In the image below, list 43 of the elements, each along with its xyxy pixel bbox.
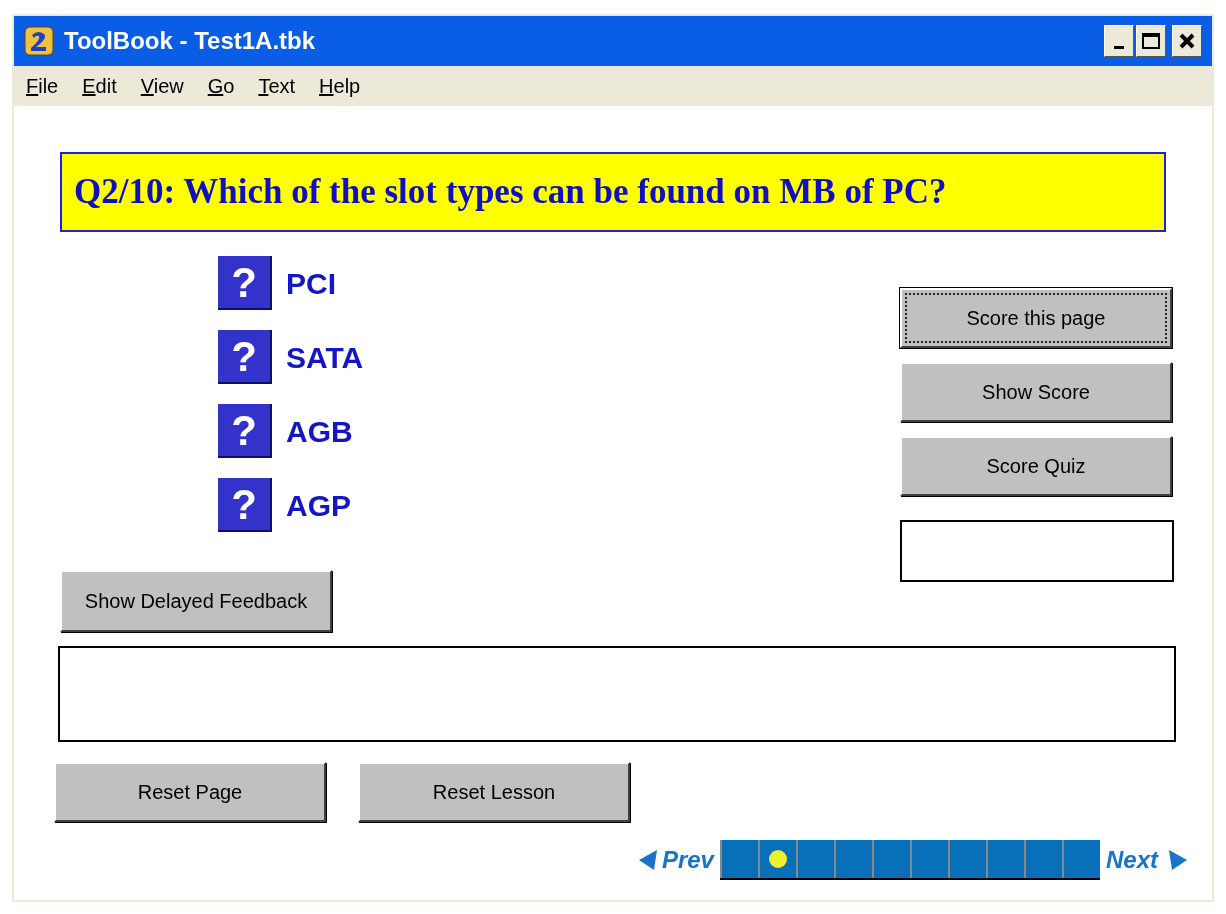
answer-toggle[interactable]: ? [218,256,272,310]
minimize-button[interactable] [1104,25,1134,57]
right-triangle-icon [1168,849,1188,871]
menu-item[interactable]: Go [207,71,235,101]
answer-label: SATA [286,339,364,376]
minimize-icon [1114,46,1124,49]
maximize-button[interactable] [1136,25,1166,57]
page-cell[interactable] [1061,840,1100,878]
menu-item[interactable]: File [26,71,59,101]
close-icon [1179,33,1195,49]
score-button[interactable]: Show Score [900,362,1172,422]
page-cell[interactable] [985,840,1024,878]
answer-toggle[interactable]: ? [218,478,272,532]
page-cell[interactable] [909,840,948,878]
answer-toggle[interactable]: ? [218,404,272,458]
score-button[interactable]: Score Quiz [900,436,1172,496]
answer-label: AGP [286,487,351,524]
reset-button[interactable]: Reset Page [54,762,326,822]
menu-item[interactable]: Help [319,71,361,101]
page-cell[interactable] [719,840,758,878]
page-cell[interactable] [833,840,872,878]
prev-button[interactable]: Prev [637,842,714,878]
menu-item[interactable]: Text [258,71,296,101]
page-cell[interactable] [871,840,910,878]
page-cell[interactable] [795,840,834,878]
reset-button[interactable]: Reset Lesson [358,762,630,822]
app-logo-icon [24,26,54,56]
answer-toggle[interactable]: ? [218,330,272,384]
answer-label: AGB [286,413,353,450]
answer-label: PCI [286,265,336,302]
close-button[interactable] [1172,25,1202,57]
next-button[interactable]: Next [1105,842,1188,878]
menu-item[interactable]: Edit [82,71,117,101]
menu-item[interactable]: View [140,71,184,101]
feedback-button[interactable]: Show Delayed Feedback [60,570,332,632]
maximize-icon [1142,33,1160,49]
page-cell[interactable] [947,840,986,878]
page-cell[interactable] [1023,840,1062,878]
score-button[interactable]: Score this page [900,288,1172,348]
window-title: ToolBook - Test1A.tbk [64,26,316,56]
page-cell[interactable] [757,840,796,878]
question-banner: Q2/10: Which of the slot types can be found on MB of PC? [60,152,1166,232]
left-triangle-icon [637,849,658,871]
